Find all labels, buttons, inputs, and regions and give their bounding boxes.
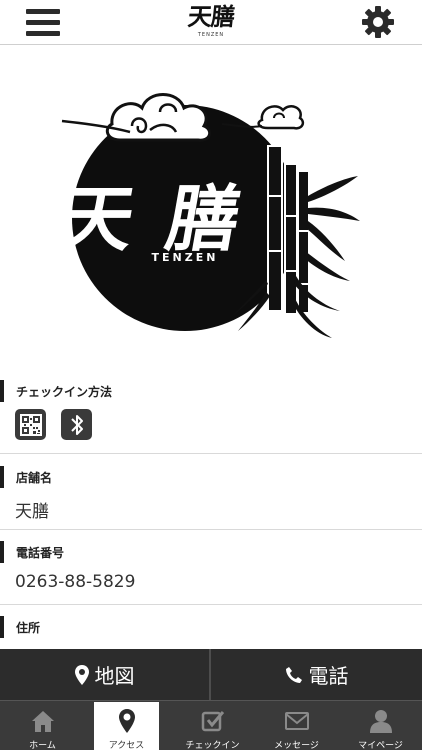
checkin-method-section: チェックイン方法 bbox=[0, 380, 422, 454]
user-icon bbox=[369, 710, 392, 733]
tab-access-label: アクセス bbox=[108, 741, 145, 750]
store-logo: 天 膳 TENZEN bbox=[0, 46, 422, 366]
map-button-label: 地図 bbox=[94, 664, 135, 688]
phone-section: 電話番号 0263-88-5829 bbox=[0, 541, 422, 605]
checkin-icon bbox=[201, 711, 224, 732]
hamburger-menu-icon[interactable] bbox=[26, 9, 60, 37]
tab-access[interactable]: アクセス bbox=[94, 702, 159, 750]
phone-label-text: 電話番号 bbox=[16, 545, 65, 560]
tab-checkin[interactable]: チェックイン bbox=[180, 702, 245, 750]
map-button[interactable]: 地図 bbox=[0, 649, 209, 700]
tab-home-label: ホーム bbox=[29, 741, 56, 750]
gear-icon[interactable] bbox=[361, 5, 395, 39]
checkin-method-label-text: チェックイン方法 bbox=[16, 384, 113, 399]
header-logo-sub: TENZEN bbox=[197, 32, 225, 38]
store-logo-sub: TENZEN bbox=[152, 251, 219, 264]
tab-home[interactable]: ホーム bbox=[10, 702, 75, 750]
address-label-text: 住所 bbox=[16, 620, 41, 635]
bottom-tab-bar: ホーム アクセス チェックイン メッセージ マイページ bbox=[0, 700, 422, 750]
store-name-label: 店舗名 bbox=[0, 466, 52, 488]
address-label: 住所 bbox=[0, 616, 40, 638]
section-accent-bar bbox=[0, 466, 4, 488]
qr-code-icon[interactable] bbox=[15, 409, 46, 440]
phone-label: 電話番号 bbox=[0, 541, 64, 563]
phone-icon bbox=[285, 666, 302, 683]
tab-messages-label: メッセージ bbox=[274, 741, 319, 750]
app-screen: 天膳 TENZEN 天 膳 TENZEN チェックイン方法 店舗名 天膳 電話番… bbox=[0, 0, 422, 750]
call-button[interactable]: 電話 bbox=[211, 649, 422, 700]
action-bar: 地図 電話 bbox=[0, 649, 422, 700]
section-accent-bar bbox=[0, 380, 4, 402]
section-accent-bar bbox=[0, 616, 4, 638]
header-logo[interactable]: 天膳 TENZEN bbox=[181, 2, 241, 42]
header-logo-kanji: 天膳 bbox=[186, 2, 236, 31]
mail-icon bbox=[284, 712, 309, 730]
section-accent-bar bbox=[0, 541, 4, 563]
store-name-label-text: 店舗名 bbox=[16, 470, 53, 485]
home-icon bbox=[31, 711, 54, 732]
tab-messages[interactable]: メッセージ bbox=[264, 702, 329, 750]
address-section: 住所 bbox=[0, 616, 422, 650]
map-pin-icon bbox=[74, 664, 89, 685]
tab-checkin-label: チェックイン bbox=[185, 741, 240, 750]
store-logo-kanji-right: 膳 bbox=[160, 178, 247, 262]
phone-value[interactable]: 0263-88-5829 bbox=[15, 572, 135, 592]
tab-mypage[interactable]: マイページ bbox=[348, 702, 413, 750]
map-pin-icon bbox=[118, 709, 135, 733]
call-button-label: 電話 bbox=[308, 664, 349, 688]
bluetooth-icon[interactable] bbox=[61, 409, 92, 440]
store-logo-graphic: 天 膳 TENZEN bbox=[54, 93, 360, 338]
checkin-method-label: チェックイン方法 bbox=[0, 380, 112, 402]
tab-mypage-label: マイページ bbox=[358, 741, 403, 750]
store-logo-kanji-left: 天 bbox=[54, 178, 141, 262]
store-name-section: 店舗名 天膳 bbox=[0, 466, 422, 530]
app-header: 天膳 TENZEN bbox=[0, 0, 422, 45]
store-name-value: 天膳 bbox=[15, 502, 49, 522]
